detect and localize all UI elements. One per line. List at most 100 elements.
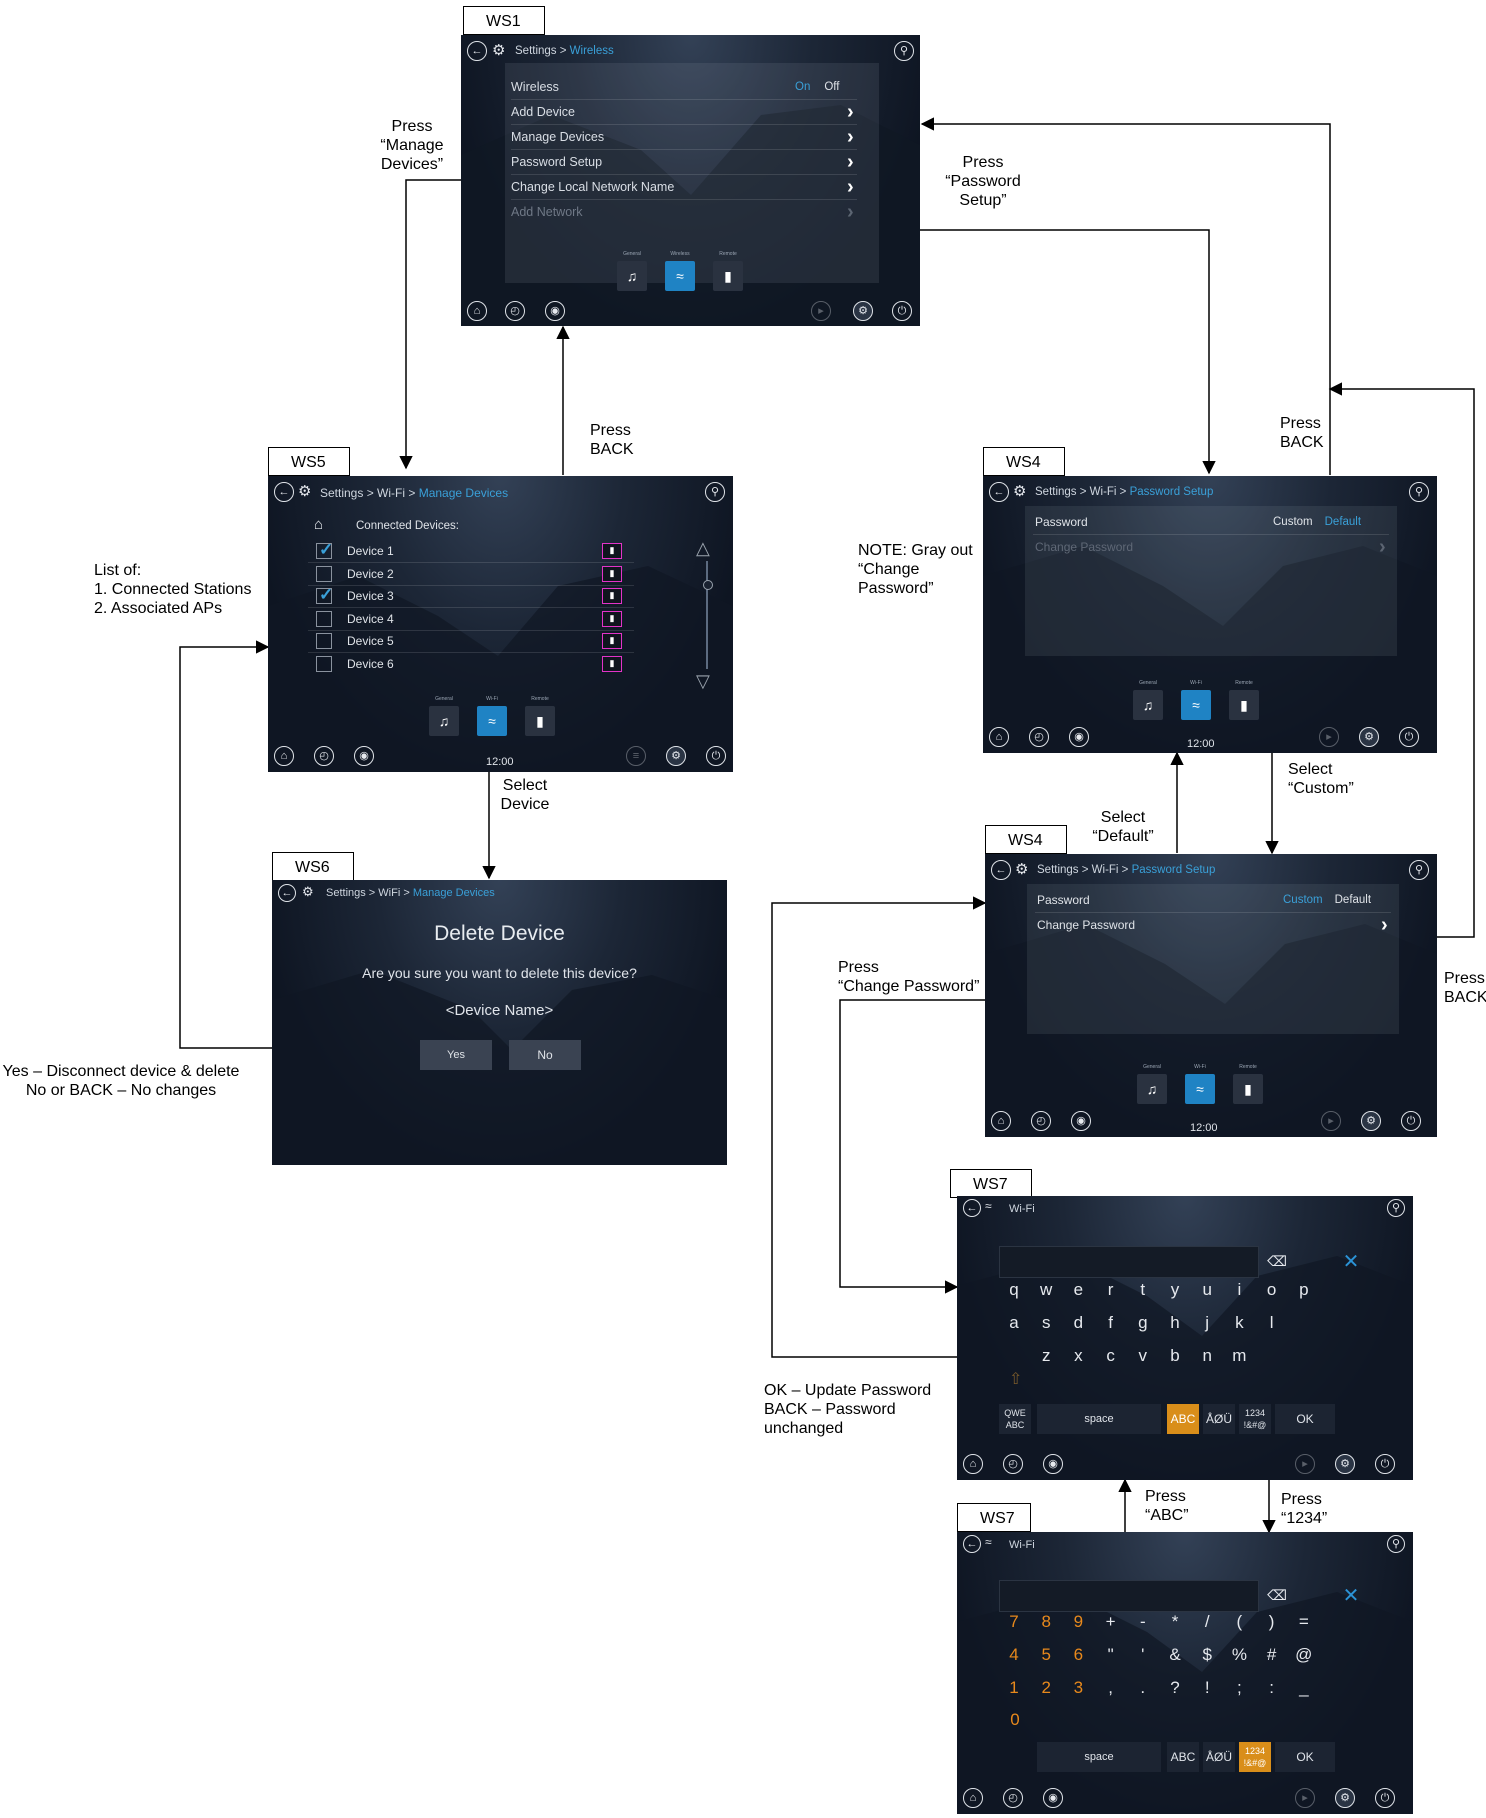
tab-general[interactable]: General ♫ xyxy=(429,696,459,736)
device-checkbox[interactable] xyxy=(316,655,332,672)
key[interactable]: : xyxy=(1257,1678,1287,1698)
power-icon[interactable]: ⏻ xyxy=(1401,1111,1421,1131)
key[interactable]: i xyxy=(1224,1280,1254,1300)
device-info-icon[interactable]: ▮ xyxy=(602,565,622,582)
key[interactable]: m xyxy=(1224,1346,1254,1366)
search-icon[interactable]: ⚲ xyxy=(1409,860,1429,880)
wireless-toggle[interactable]: On Off xyxy=(795,81,839,93)
power-icon[interactable]: ⏻ xyxy=(892,301,912,321)
change-password-item[interactable]: Change Password xyxy=(1037,913,1135,937)
device-checkbox[interactable] xyxy=(316,610,332,627)
key[interactable]: x xyxy=(1063,1346,1093,1366)
gauge-icon[interactable]: ◴ xyxy=(1003,1454,1023,1474)
key[interactable]: _ xyxy=(1289,1678,1319,1698)
device-info-icon[interactable]: ▮ xyxy=(602,543,622,559)
gauge-icon[interactable]: ◴ xyxy=(1003,1788,1023,1808)
tab-wifi[interactable]: Wi-Fi ≈ xyxy=(1185,1064,1215,1104)
key[interactable]: " xyxy=(1096,1645,1126,1665)
search-icon[interactable]: ⚲ xyxy=(894,41,914,61)
key[interactable]: = xyxy=(1289,1612,1319,1632)
back-icon[interactable]: ← xyxy=(989,482,1009,502)
key[interactable]: z xyxy=(1031,1346,1061,1366)
headphones-icon[interactable]: ◉ xyxy=(1043,1788,1063,1808)
menu-item-password-setup[interactable]: Password Setup xyxy=(511,150,602,174)
key[interactable]: ' xyxy=(1128,1645,1158,1665)
shift-icon[interactable]: ⇧ xyxy=(1009,1369,1022,1389)
home-icon[interactable]: ⌂ xyxy=(963,1454,983,1474)
key[interactable]: ; xyxy=(1224,1678,1254,1698)
power-icon[interactable]: ⏻ xyxy=(1375,1454,1395,1474)
tab-remote[interactable]: Remote ▮ xyxy=(525,696,555,736)
backspace-icon[interactable]: ⌫ xyxy=(1263,1250,1291,1272)
tab-general[interactable]: General ♫ xyxy=(1133,680,1163,720)
key[interactable]: ( xyxy=(1224,1612,1254,1632)
scroll-up-icon[interactable]: △ xyxy=(696,538,710,559)
abc-key[interactable]: ABC xyxy=(1167,1742,1199,1772)
key[interactable]: u xyxy=(1192,1280,1222,1300)
headphones-icon[interactable]: ◉ xyxy=(1043,1454,1063,1474)
back-icon[interactable]: ← xyxy=(467,41,487,61)
tab-wireless[interactable]: Wireless ≈ xyxy=(665,251,695,291)
search-icon[interactable]: ⚲ xyxy=(705,482,725,502)
tab-remote[interactable]: Remote ▮ xyxy=(1229,680,1259,720)
yes-button[interactable]: Yes xyxy=(420,1040,492,1070)
gauge-icon[interactable]: ◴ xyxy=(1031,1111,1051,1131)
gauge-icon[interactable]: ◴ xyxy=(1029,727,1049,747)
key[interactable]: & xyxy=(1160,1645,1190,1665)
intl-key[interactable]: ÅØÜ xyxy=(1203,1404,1235,1434)
key[interactable]: ? xyxy=(1160,1678,1190,1698)
search-icon[interactable]: ⚲ xyxy=(1409,482,1429,502)
tab-general[interactable]: General ♫ xyxy=(617,251,647,291)
power-icon[interactable]: ⏻ xyxy=(1399,727,1419,747)
menu-item-manage-devices[interactable]: Manage Devices xyxy=(511,125,604,149)
key[interactable]: v xyxy=(1128,1346,1158,1366)
key[interactable]: 5 xyxy=(1031,1645,1061,1665)
key[interactable]: + xyxy=(1096,1612,1126,1632)
device-name[interactable]: Device 6 xyxy=(347,657,394,671)
search-icon[interactable]: ⚲ xyxy=(1387,1199,1405,1217)
key[interactable]: / xyxy=(1192,1612,1222,1632)
numbers-key[interactable]: 1234 !&#@ xyxy=(1239,1742,1271,1772)
key[interactable]: b xyxy=(1160,1346,1190,1366)
key[interactable]: % xyxy=(1224,1645,1254,1665)
settings-icon[interactable]: ⚙ xyxy=(1359,727,1379,747)
home-icon[interactable]: ⌂ xyxy=(991,1111,1011,1131)
password-mode-toggle[interactable]: Custom Default xyxy=(1283,894,1371,906)
media-icon[interactable]: ▸ xyxy=(1319,727,1339,747)
key[interactable]: w xyxy=(1031,1280,1061,1300)
key[interactable]: y xyxy=(1160,1280,1190,1300)
settings-icon[interactable]: ⚙ xyxy=(1361,1111,1381,1131)
back-icon[interactable]: ← xyxy=(963,1535,981,1553)
menu-item-wireless[interactable]: Wireless xyxy=(511,75,559,99)
device-name[interactable]: Device 4 xyxy=(347,612,394,626)
scrollbar[interactable] xyxy=(706,561,708,669)
key[interactable]: - xyxy=(1128,1612,1158,1632)
tab-remote[interactable]: Remote ▮ xyxy=(713,251,743,291)
media-icon[interactable]: ▸ xyxy=(811,301,831,321)
home-icon[interactable]: ⌂ xyxy=(467,301,487,321)
space-key[interactable]: space xyxy=(1037,1742,1161,1772)
key[interactable]: s xyxy=(1031,1313,1061,1333)
key[interactable]: @ xyxy=(1289,1645,1319,1665)
settings-icon[interactable]: ⚙ xyxy=(1335,1454,1355,1474)
tab-remote[interactable]: Remote ▮ xyxy=(1233,1064,1263,1104)
close-icon[interactable]: ✕ xyxy=(1335,1246,1367,1276)
key[interactable]: 4 xyxy=(999,1645,1029,1665)
key[interactable]: l xyxy=(1257,1313,1287,1333)
password-mode-toggle[interactable]: Custom Default xyxy=(1273,516,1361,528)
headphones-icon[interactable]: ◉ xyxy=(354,746,374,766)
device-name[interactable]: Device 3 xyxy=(347,589,394,603)
key[interactable]: q xyxy=(999,1280,1029,1300)
back-icon[interactable]: ← xyxy=(278,884,296,902)
settings-icon[interactable]: ⚙ xyxy=(853,301,873,321)
settings-icon[interactable]: ⚙ xyxy=(666,746,686,766)
qwe-key[interactable]: QWE ABC xyxy=(999,1404,1031,1434)
ok-key[interactable]: OK xyxy=(1275,1404,1335,1434)
key[interactable]: p xyxy=(1289,1280,1319,1300)
headphones-icon[interactable]: ◉ xyxy=(1071,1111,1091,1131)
ok-key[interactable]: OK xyxy=(1275,1742,1335,1772)
password-input[interactable] xyxy=(999,1580,1259,1612)
key[interactable]: h xyxy=(1160,1313,1190,1333)
menu-icon[interactable]: ≡ xyxy=(626,746,646,766)
key[interactable]: 1 xyxy=(999,1678,1029,1698)
